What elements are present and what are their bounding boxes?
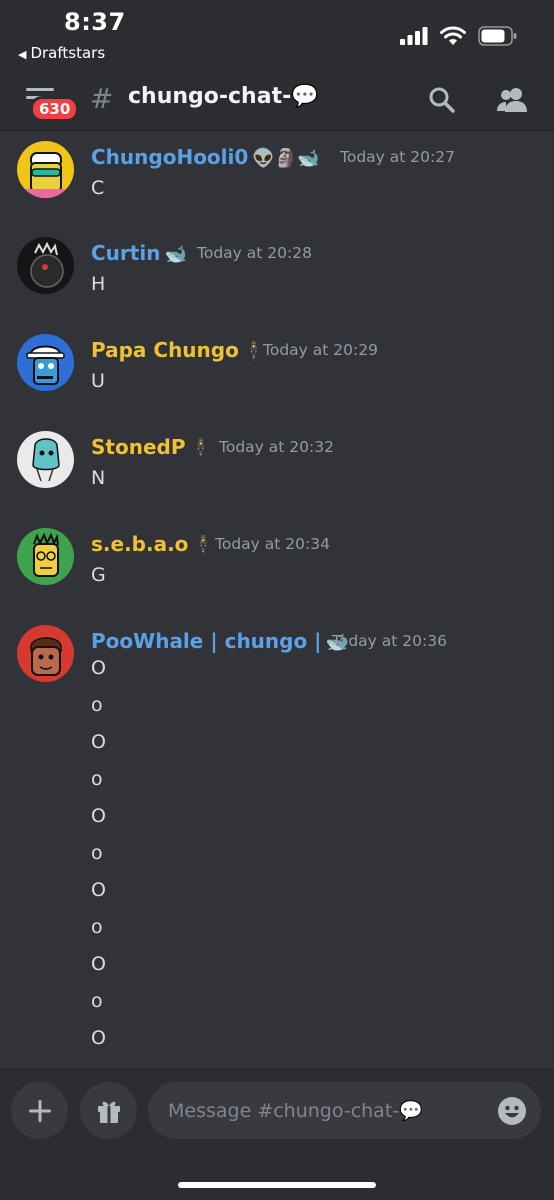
message-list[interactable]: ChungoHooli0 👽🗿🐋 Today at 20:27 C Curtin 🐋… — [0, 131, 554, 1068]
members-button[interactable] — [496, 86, 528, 118]
battery-icon — [478, 26, 517, 46]
message-line: O — [91, 731, 106, 753]
home-indicator[interactable] — [178, 1182, 376, 1188]
username-emojis: 🐋 — [164, 244, 187, 265]
message-content: H — [91, 273, 105, 310]
plus-icon — [28, 1099, 51, 1122]
avatar[interactable] — [17, 334, 74, 391]
message-line: N — [91, 467, 106, 489]
message-line: O — [91, 953, 106, 975]
username[interactable]: s.e.b.a.o 🕴 — [91, 532, 215, 556]
message-line: U — [91, 370, 105, 392]
message-content: G — [91, 564, 106, 601]
message-input-placeholder: Message #chungo-chat-💬 — [168, 1100, 423, 1122]
username[interactable]: ChungoHooli0 👽🗿🐋 — [91, 145, 320, 169]
members-icon — [497, 88, 527, 112]
message-content: N — [91, 467, 105, 504]
message-composer: Message #chungo-chat-💬 — [0, 1068, 554, 1200]
avatar[interactable] — [17, 237, 74, 294]
emoji-button[interactable] — [497, 1096, 527, 1130]
timestamp: Today at 20:27 — [340, 148, 455, 166]
channel-header: 630 # chungo-chat-💬 — [0, 70, 554, 131]
message-line: O — [91, 879, 106, 901]
back-to-app-link[interactable]: ◀ Draftstars — [18, 44, 105, 62]
username-text: Curtin — [91, 241, 161, 265]
cellular-signal-icon — [400, 27, 428, 45]
message-line: o — [91, 916, 103, 938]
message-line: C — [91, 177, 105, 199]
username-text: ChungoHooli0 — [91, 145, 249, 169]
message-content: C — [91, 177, 104, 214]
message-line: o — [91, 990, 103, 1012]
username-text: Papa Chungo — [91, 338, 239, 362]
message-line: o — [91, 694, 103, 716]
username-emojis: 👽🗿🐋 — [252, 148, 320, 169]
avatar[interactable] — [17, 431, 74, 488]
wifi-icon — [440, 26, 466, 45]
username-text: StonedP — [91, 435, 186, 459]
message-content: U — [91, 370, 105, 407]
gift-button[interactable] — [80, 1082, 137, 1139]
channel-title[interactable]: chungo-chat-💬 — [128, 84, 319, 109]
timestamp: Today at 20:29 — [263, 341, 378, 359]
status-icons — [400, 26, 518, 46]
timestamp: Today at 20:36 — [332, 632, 447, 650]
search-icon — [429, 87, 455, 113]
gift-icon — [97, 1101, 120, 1123]
emoji-icon — [498, 1097, 526, 1125]
status-time: 8:37 — [64, 8, 126, 36]
avatar[interactable] — [17, 625, 74, 682]
message-line: O — [91, 805, 106, 827]
username-text: s.e.b.a.o — [91, 532, 189, 556]
timestamp: Today at 20:28 — [197, 244, 312, 262]
username[interactable]: Papa Chungo 🕴 — [91, 338, 265, 362]
username[interactable]: Curtin 🐋 — [91, 241, 187, 265]
message-content: O o O o O o O o O o O — [91, 657, 106, 1064]
message-line: o — [91, 842, 103, 864]
back-triangle-icon: ◀ — [18, 48, 27, 61]
timestamp: Today at 20:34 — [215, 535, 330, 553]
username[interactable]: PooWhale | chungo | 🐋 — [91, 629, 348, 653]
username-emojis: 🕴 — [189, 438, 212, 459]
notification-badge: 630 — [30, 96, 80, 122]
hash-icon: # — [90, 82, 114, 115]
username-text: PooWhale | chungo | — [91, 629, 322, 653]
message-line: O — [91, 1027, 106, 1049]
message-input[interactable]: Message #chungo-chat-💬 — [148, 1082, 541, 1139]
add-attachment-button[interactable] — [11, 1082, 68, 1139]
message-line: O — [91, 657, 106, 679]
username[interactable]: StonedP 🕴 — [91, 435, 212, 459]
back-app-label: Draftstars — [30, 44, 106, 62]
search-button[interactable] — [428, 86, 456, 118]
avatar[interactable] — [17, 528, 74, 585]
message-line: o — [91, 768, 103, 790]
message-line: H — [91, 273, 106, 295]
username-emojis: 🕴 — [192, 535, 215, 556]
status-bar: 8:37 ◀ Draftstars — [0, 0, 554, 70]
timestamp: Today at 20:32 — [219, 438, 334, 456]
username-emojis: 🕴 — [242, 341, 266, 362]
message-line: G — [91, 564, 106, 586]
avatar[interactable] — [17, 141, 74, 198]
